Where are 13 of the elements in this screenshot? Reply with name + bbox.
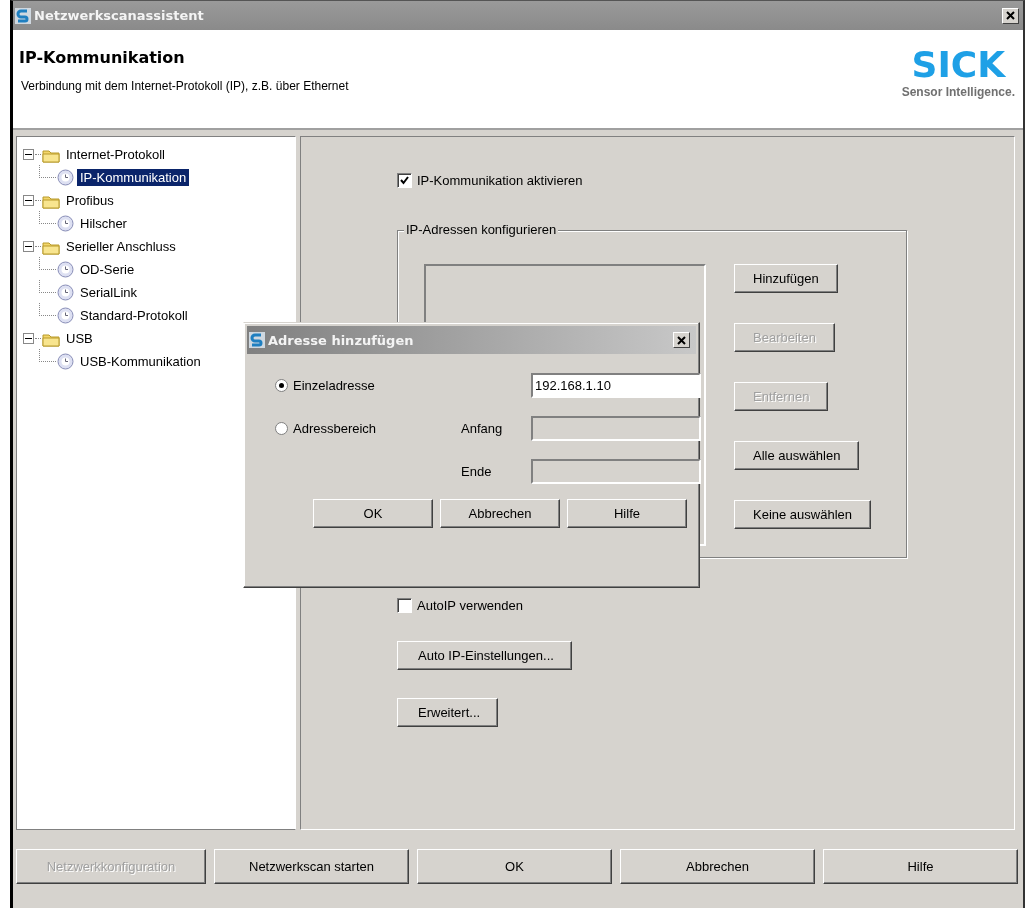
checkbox-label: IP-Kommunikation aktivieren (417, 173, 583, 188)
page-title: IP-Kommunikation (19, 48, 186, 67)
checkbox-label: AutoIP verwenden (417, 598, 523, 613)
radio-label: Adressbereich (293, 421, 377, 436)
dialog-title: Adresse hinzufügen (268, 332, 415, 348)
logo-tagline: Sensor Intelligence. (901, 85, 1015, 99)
radio-label: Einzeladresse (293, 378, 375, 393)
field-label: Ende (461, 464, 493, 479)
field-label: Anfang (461, 421, 504, 436)
page-description: Verbindung mit dem Internet-Protokoll (IP), z.B. über Ethernet (20, 79, 349, 93)
window-title: Netzwerkscanassistent (34, 8, 205, 23)
logo-text: SICK (911, 48, 1006, 82)
group-title: IP-Adressen konfigurieren (404, 222, 559, 237)
